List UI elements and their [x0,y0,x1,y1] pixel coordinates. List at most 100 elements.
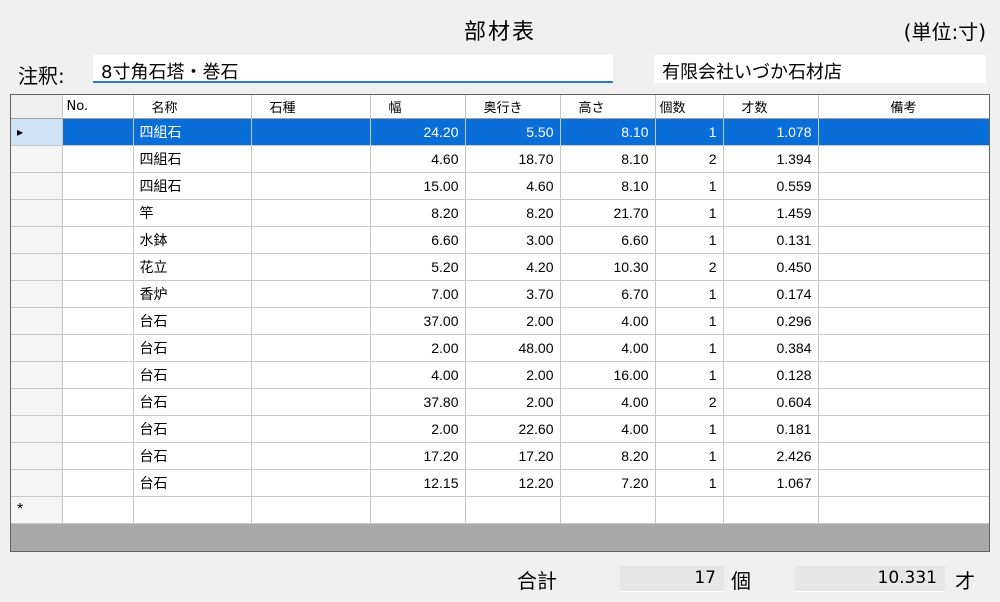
cell-name[interactable]: 香炉 [133,280,252,308]
cell-no[interactable] [62,442,134,470]
cell-width[interactable]: 5.20 [370,253,466,281]
cell-name[interactable]: 台石 [133,361,252,389]
cell-width[interactable]: 24.20 [370,118,466,146]
new-row-cell[interactable] [655,496,724,524]
row-selector[interactable] [11,226,63,254]
cell-width[interactable]: 4.00 [370,361,466,389]
cell-name[interactable]: 花立 [133,253,252,281]
table-row[interactable]: 台石 2.00 48.00 4.00 1 0.384 [11,334,989,362]
cell-name[interactable]: 竿 [133,199,252,227]
column-header-sai[interactable]: 才数 [723,95,819,119]
cell-qty[interactable]: 2 [655,388,724,416]
cell-no[interactable] [62,280,134,308]
cell-remarks[interactable] [818,199,989,227]
cell-qty[interactable]: 1 [655,172,724,200]
row-selector[interactable] [11,334,63,362]
cell-remarks[interactable] [818,172,989,200]
table-row[interactable]: 四組石 15.00 4.60 8.10 1 0.559 [11,172,989,200]
cell-name[interactable]: 台石 [133,307,252,335]
cell-sai[interactable]: 0.128 [723,361,819,389]
row-selector[interactable] [11,280,63,308]
cell-width[interactable]: 2.00 [370,334,466,362]
column-header-depth[interactable]: 奥行き [465,95,561,119]
cell-depth[interactable]: 8.20 [465,199,561,227]
row-selector[interactable] [11,388,63,416]
cell-no[interactable] [62,388,134,416]
cell-remarks[interactable] [818,334,989,362]
cell-height[interactable]: 6.60 [560,226,656,254]
cell-remarks[interactable] [818,280,989,308]
table-row[interactable]: ▸ 四組石 24.20 5.50 8.10 1 1.078 [11,118,989,146]
cell-stone[interactable] [251,172,371,200]
cell-depth[interactable]: 3.70 [465,280,561,308]
cell-width[interactable]: 2.00 [370,415,466,443]
new-row-cell[interactable] [370,496,466,524]
cell-qty[interactable]: 1 [655,280,724,308]
cell-sai[interactable]: 1.394 [723,145,819,173]
cell-sai[interactable]: 0.131 [723,226,819,254]
cell-stone[interactable] [251,199,371,227]
cell-height[interactable]: 4.00 [560,388,656,416]
cell-sai[interactable]: 0.559 [723,172,819,200]
row-selector[interactable] [11,199,63,227]
cell-depth[interactable]: 2.00 [465,307,561,335]
table-row[interactable]: 台石 17.20 17.20 8.20 1 2.426 [11,442,989,470]
column-header-qty[interactable]: 個数 [655,95,724,119]
cell-stone[interactable] [251,334,371,362]
cell-sai[interactable]: 1.078 [723,118,819,146]
cell-remarks[interactable] [818,388,989,416]
cell-qty[interactable]: 1 [655,334,724,362]
row-selector[interactable] [11,253,63,281]
cell-no[interactable] [62,145,134,173]
cell-remarks[interactable] [818,145,989,173]
cell-qty[interactable]: 1 [655,118,724,146]
cell-stone[interactable] [251,307,371,335]
cell-depth[interactable]: 3.00 [465,226,561,254]
cell-remarks[interactable] [818,415,989,443]
new-row-cell[interactable] [251,496,371,524]
cell-stone[interactable] [251,415,371,443]
cell-height[interactable]: 7.20 [560,469,656,497]
new-row-cell[interactable] [133,496,252,524]
cell-stone[interactable] [251,226,371,254]
cell-depth[interactable]: 17.20 [465,442,561,470]
cell-stone[interactable] [251,361,371,389]
cell-height[interactable]: 16.00 [560,361,656,389]
cell-height[interactable]: 4.00 [560,415,656,443]
cell-height[interactable]: 8.10 [560,145,656,173]
row-selector[interactable] [11,442,63,470]
cell-qty[interactable]: 1 [655,307,724,335]
cell-no[interactable] [62,334,134,362]
cell-sai[interactable]: 1.067 [723,469,819,497]
row-selector[interactable] [11,172,63,200]
row-selector[interactable] [11,415,63,443]
cell-sai[interactable]: 0.384 [723,334,819,362]
cell-sai[interactable]: 1.459 [723,199,819,227]
cell-width[interactable]: 37.80 [370,388,466,416]
cell-sai[interactable]: 0.296 [723,307,819,335]
cell-name[interactable]: 台石 [133,469,252,497]
cell-height[interactable]: 8.20 [560,442,656,470]
parts-table[interactable]: No. 名称 石種 幅 奥行き 高さ 個数 才数 備考 ▸ 四組石 24.20 5.5… [10,94,990,552]
cell-no[interactable] [62,118,134,146]
cell-depth[interactable]: 48.00 [465,334,561,362]
cell-depth[interactable]: 12.20 [465,469,561,497]
cell-no[interactable] [62,307,134,335]
cell-stone[interactable] [251,118,371,146]
row-selector[interactable] [11,145,63,173]
table-row[interactable]: 竿 8.20 8.20 21.70 1 1.459 [11,199,989,227]
cell-qty[interactable]: 1 [655,415,724,443]
new-row-cell[interactable] [723,496,819,524]
cell-height[interactable]: 21.70 [560,199,656,227]
cell-name[interactable]: 四組石 [133,145,252,173]
cell-sai[interactable]: 0.181 [723,415,819,443]
cell-depth[interactable]: 18.70 [465,145,561,173]
cell-width[interactable]: 6.60 [370,226,466,254]
cell-height[interactable]: 6.70 [560,280,656,308]
cell-qty[interactable]: 1 [655,361,724,389]
cell-stone[interactable] [251,388,371,416]
cell-width[interactable]: 17.20 [370,442,466,470]
row-selector-header[interactable] [11,95,63,119]
cell-stone[interactable] [251,145,371,173]
cell-name[interactable]: 台石 [133,442,252,470]
